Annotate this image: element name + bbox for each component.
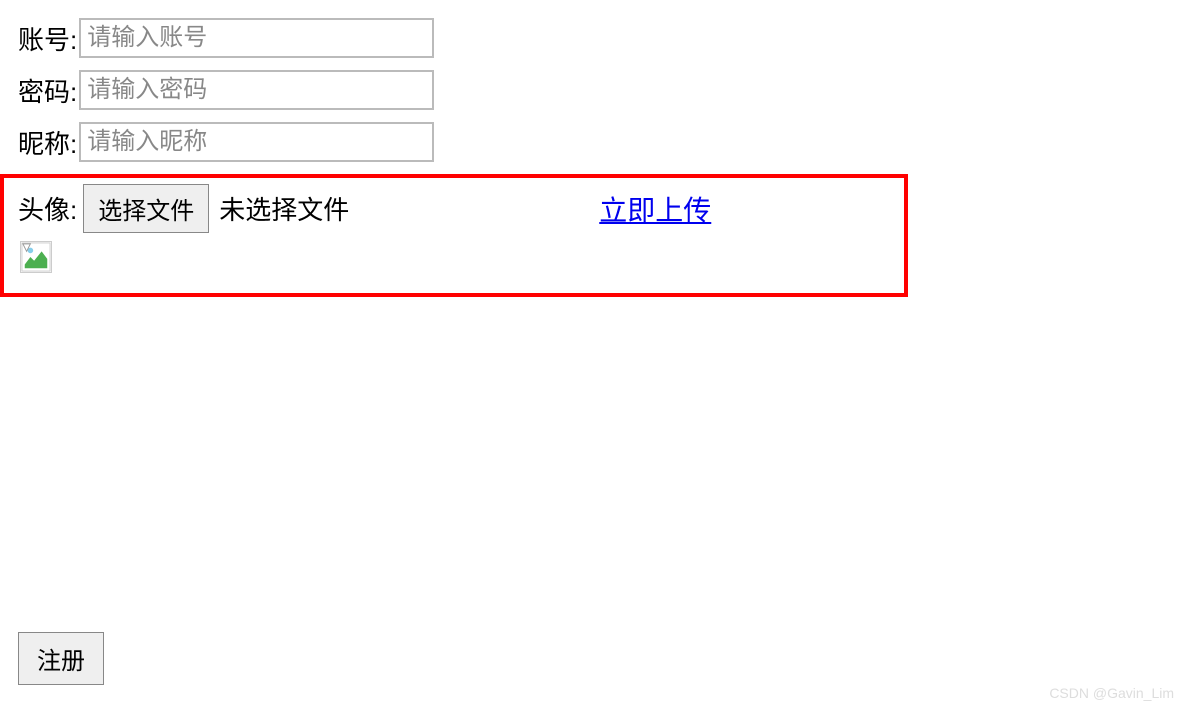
avatar-highlight-box: 头像: 选择文件 未选择文件 立即上传 <box>0 174 908 297</box>
password-row: 密码: <box>18 70 1184 110</box>
nickname-row: 昵称: <box>18 122 1184 162</box>
account-input[interactable] <box>79 18 434 58</box>
password-input[interactable] <box>79 70 434 110</box>
account-label: 账号: <box>18 20 77 57</box>
choose-file-button[interactable]: 选择文件 <box>83 184 209 233</box>
nickname-label: 昵称: <box>18 124 77 161</box>
nickname-input[interactable] <box>79 122 434 162</box>
upload-now-link[interactable]: 立即上传 <box>599 189 711 229</box>
account-row: 账号: <box>18 18 1184 58</box>
broken-image-icon <box>20 241 52 273</box>
watermark-text: CSDN @Gavin_Lim <box>1049 685 1174 701</box>
file-status-text: 未选择文件 <box>219 190 349 227</box>
avatar-label: 头像: <box>18 190 77 227</box>
register-button[interactable]: 注册 <box>18 632 104 685</box>
password-label: 密码: <box>18 72 77 109</box>
avatar-row: 头像: 选择文件 未选择文件 立即上传 <box>18 184 896 233</box>
